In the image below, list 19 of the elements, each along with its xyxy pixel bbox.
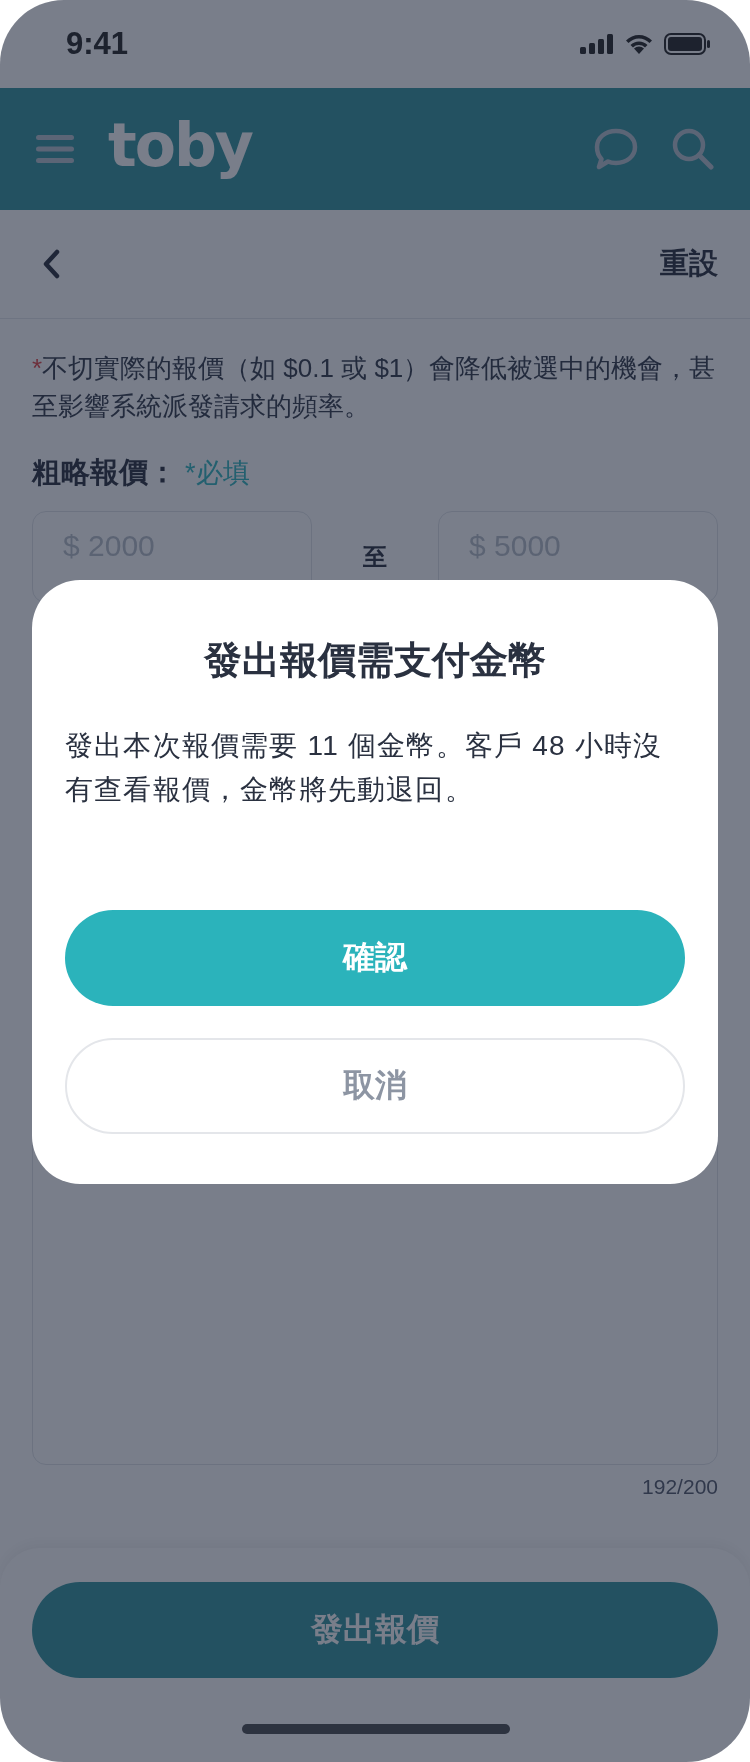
menu-icon[interactable] bbox=[36, 135, 74, 163]
back-icon[interactable] bbox=[42, 249, 60, 279]
search-icon[interactable] bbox=[672, 128, 714, 170]
wifi-icon bbox=[624, 33, 654, 55]
confirm-button[interactable]: 確認 bbox=[65, 910, 685, 1006]
cancel-button[interactable]: 取消 bbox=[65, 1038, 685, 1134]
reset-button[interactable]: 重設 bbox=[660, 244, 718, 284]
field-label: 粗略報價： bbox=[32, 455, 177, 490]
dialog-message: 發出本次報價需要 11 個金幣。客戶 48 小時沒有查看報價，金幣將先動退回。 bbox=[65, 729, 664, 807]
range-separator: 至 bbox=[362, 542, 388, 572]
status-time: 9:41 bbox=[66, 26, 129, 62]
character-counter: 192/200 bbox=[642, 1475, 718, 1499]
dialog-title: 發出報價需支付金幣 bbox=[202, 638, 547, 683]
submit-button[interactable]: 發出報價 bbox=[32, 1582, 718, 1678]
notice-text: *不切實際的報價（如 $0.1 或 $1）會降低被選中的機會，甚至影響系統派發請求的頻率。 bbox=[32, 352, 717, 423]
battery-icon bbox=[664, 33, 710, 55]
chat-bubble-icon[interactable] bbox=[594, 128, 638, 170]
required-hint: *必填 bbox=[185, 457, 250, 490]
signal-icon bbox=[580, 34, 614, 54]
